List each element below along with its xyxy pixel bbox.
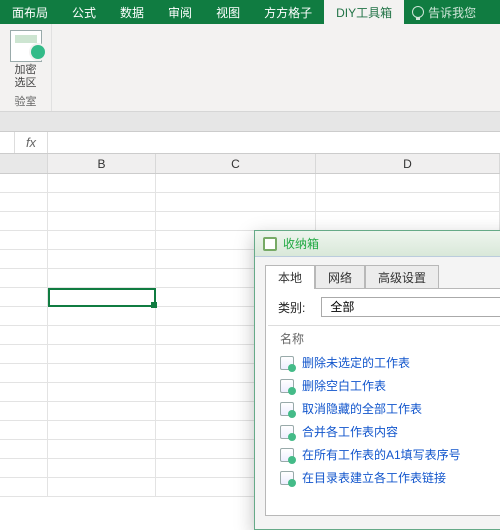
script-icon [280, 471, 294, 485]
list-item[interactable]: 合并各工作表内容 [268, 420, 500, 443]
tab-view[interactable]: 视图 [204, 0, 252, 24]
storage-dialog: 收纳箱 本地 网络 高级设置 类别: 全部 名称 删除未选定的工作表 删除空白工… [254, 230, 500, 530]
list-item-label: 在所有工作表的A1填写表序号 [302, 446, 461, 463]
tell-me[interactable]: 告诉我您 [404, 0, 484, 24]
ribbon-btn-line1: 加密 [15, 64, 37, 77]
script-icon [280, 379, 294, 393]
category-label: 类别: [278, 299, 305, 316]
bulb-icon [412, 6, 424, 18]
col-header-b[interactable]: B [48, 154, 156, 173]
storage-icon [263, 237, 277, 251]
item-list: 名称 删除未选定的工作表 删除空白工作表 取消隐藏的全部工作表 合并各工作表内容… [268, 325, 500, 489]
script-icon [280, 448, 294, 462]
tab-page-layout[interactable]: 面布局 [0, 0, 60, 24]
ribbon-group-encrypt[interactable]: 加密 选区 验室 [0, 24, 52, 111]
category-select[interactable]: 全部 [321, 297, 500, 317]
tab-formulas[interactable]: 公式 [60, 0, 108, 24]
formula-input[interactable] [48, 132, 500, 153]
script-icon [280, 402, 294, 416]
list-item[interactable]: 在所有工作表的A1填写表序号 [268, 443, 500, 466]
script-icon [280, 356, 294, 370]
list-item[interactable]: 在目录表建立各工作表链接 [268, 466, 500, 489]
dialog-panel: 类别: 全部 名称 删除未选定的工作表 删除空白工作表 取消隐藏的全部工作表 合… [265, 288, 500, 516]
list-item-label: 取消隐藏的全部工作表 [302, 400, 422, 417]
encrypt-selection-icon [10, 30, 42, 62]
sheet-top-row [0, 112, 500, 132]
dialog-title: 收纳箱 [283, 235, 319, 252]
col-header-d[interactable]: D [316, 154, 500, 173]
tab-data[interactable]: 数据 [108, 0, 156, 24]
tab-ffgz[interactable]: 方方格子 [252, 0, 324, 24]
tab-review[interactable]: 审阅 [156, 0, 204, 24]
ribbon-group-footer: 验室 [15, 93, 37, 111]
dialog-titlebar[interactable]: 收纳箱 [255, 231, 500, 257]
list-item[interactable]: 删除空白工作表 [268, 374, 500, 397]
formula-bar: fx [0, 132, 500, 154]
ribbon-tabstrip: 面布局 公式 数据 审阅 视图 方方格子 DIY工具箱 告诉我您 [0, 0, 500, 24]
fx-label[interactable]: fx [14, 132, 48, 153]
list-item-label: 删除未选定的工作表 [302, 354, 410, 371]
dialog-tab-local[interactable]: 本地 [265, 265, 315, 289]
list-item[interactable]: 删除未选定的工作表 [268, 351, 500, 374]
ribbon-body: 加密 选区 验室 [0, 24, 500, 112]
dialog-tab-network[interactable]: 网络 [315, 265, 365, 289]
dialog-tab-advanced[interactable]: 高级设置 [365, 265, 439, 289]
dialog-tabs: 本地 网络 高级设置 [255, 257, 500, 289]
tab-diy-toolbox[interactable]: DIY工具箱 [324, 0, 404, 24]
col-header-c[interactable]: C [156, 154, 316, 173]
script-icon [280, 425, 294, 439]
ribbon-btn-line2: 选区 [15, 77, 37, 90]
list-header-name: 名称 [268, 326, 500, 351]
list-item-label: 在目录表建立各工作表链接 [302, 469, 446, 486]
list-item[interactable]: 取消隐藏的全部工作表 [268, 397, 500, 420]
list-item-label: 合并各工作表内容 [302, 423, 398, 440]
column-headers[interactable]: B C D [0, 154, 500, 174]
list-item-label: 删除空白工作表 [302, 377, 386, 394]
tell-me-label: 告诉我您 [428, 4, 476, 21]
select-all-corner[interactable] [0, 154, 48, 173]
